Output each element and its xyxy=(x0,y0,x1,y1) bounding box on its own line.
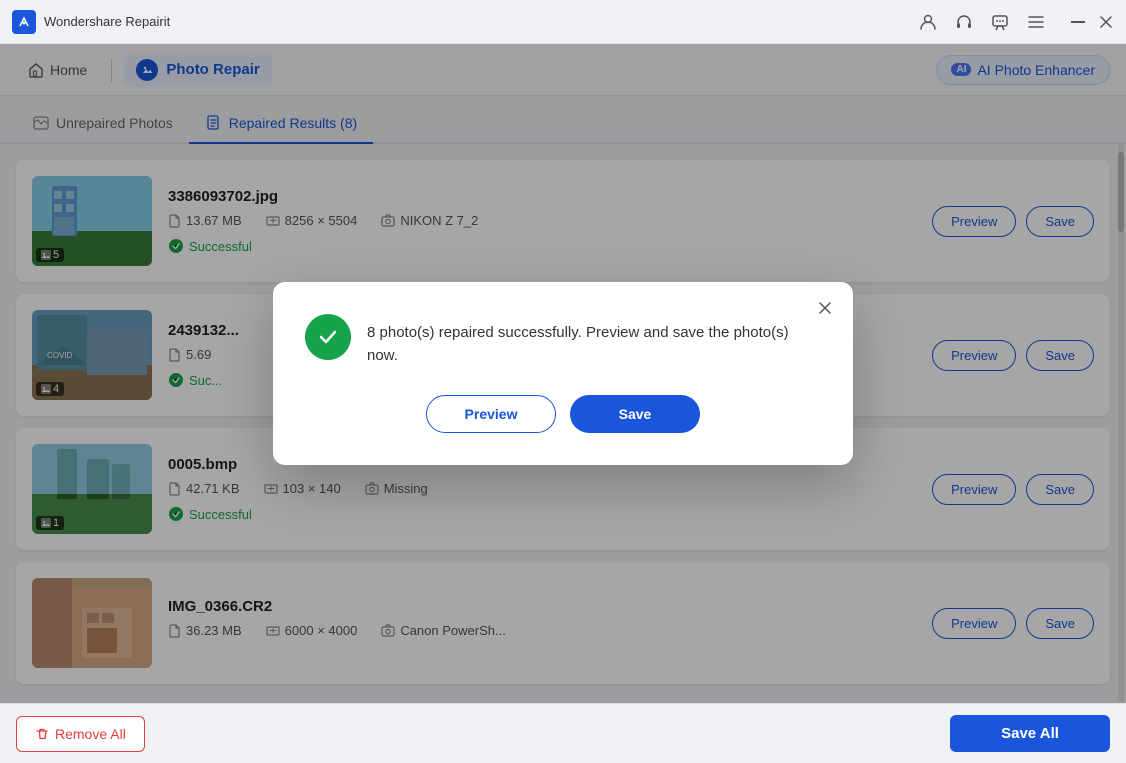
app-icon xyxy=(12,10,36,34)
close-button[interactable] xyxy=(1098,14,1114,30)
app-title: Wondershare Repairit xyxy=(44,14,170,29)
trash-icon xyxy=(35,727,49,741)
modal-overlay[interactable]: 8 photo(s) repaired successfully. Previe… xyxy=(0,44,1126,703)
bottom-bar: Remove All Save All xyxy=(0,703,1126,763)
headphone-icon[interactable] xyxy=(954,12,974,32)
remove-all-button[interactable]: Remove All xyxy=(16,716,145,752)
success-icon xyxy=(305,314,351,360)
dialog-close-button[interactable] xyxy=(813,296,837,320)
title-bar: Wondershare Repairit xyxy=(0,0,1126,44)
chat-icon[interactable] xyxy=(990,12,1010,32)
title-bar-left: Wondershare Repairit xyxy=(12,10,170,34)
dialog-save-button[interactable]: Save xyxy=(570,395,700,433)
success-dialog: 8 photo(s) repaired successfully. Previe… xyxy=(273,282,853,465)
remove-all-label: Remove All xyxy=(55,726,126,742)
dialog-message: 8 photo(s) repaired successfully. Previe… xyxy=(367,314,821,367)
dialog-preview-button[interactable]: Preview xyxy=(426,395,556,433)
dialog-body: 8 photo(s) repaired successfully. Previe… xyxy=(305,314,821,367)
dialog-actions: Preview Save xyxy=(305,395,821,433)
save-all-button[interactable]: Save All xyxy=(950,715,1110,752)
menu-icon[interactable] xyxy=(1026,12,1046,32)
title-bar-right xyxy=(918,12,1114,32)
user-icon[interactable] xyxy=(918,12,938,32)
minimize-button[interactable] xyxy=(1070,14,1086,30)
window-controls xyxy=(1070,14,1114,30)
